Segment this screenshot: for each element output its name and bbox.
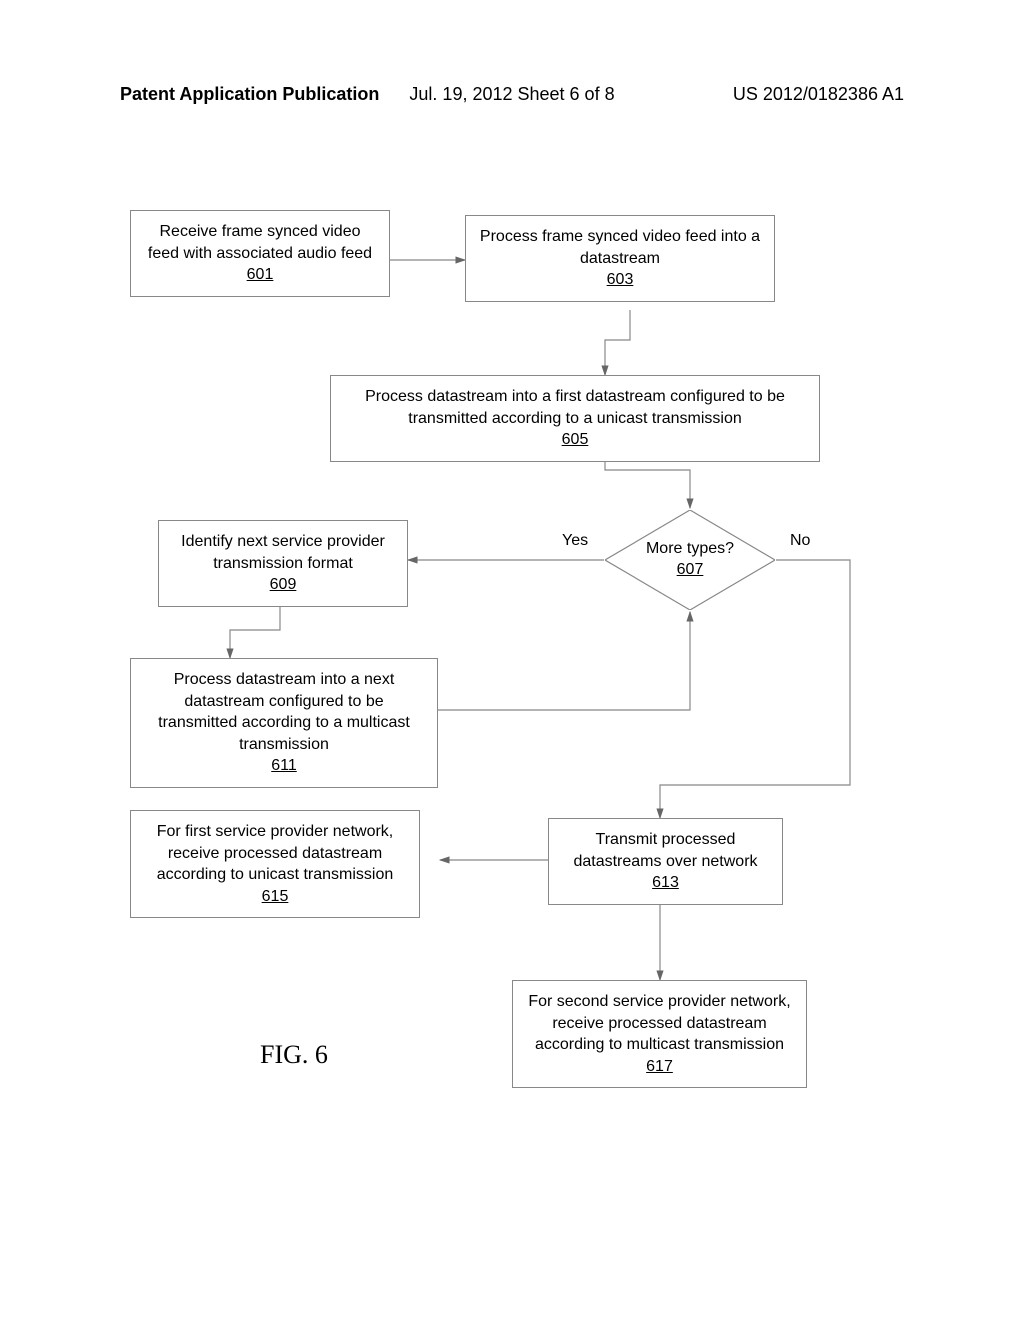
box-615: For first service provider network, rece… — [130, 810, 420, 918]
box-617-ref: 617 — [646, 1058, 673, 1075]
box-613-ref: 613 — [652, 874, 679, 891]
header-left: Patent Application Publication — [120, 84, 379, 105]
decision-607: More types? 607 — [605, 510, 775, 610]
box-603-ref: 603 — [607, 271, 634, 288]
box-609-text: Identify next service provider transmiss… — [181, 533, 385, 572]
box-611: Process datastream into a next datastrea… — [130, 658, 438, 788]
box-603: Process frame synced video feed into a d… — [465, 215, 775, 302]
box-605-text: Process datastream into a first datastre… — [365, 388, 785, 427]
box-617-text: For second service provider network, rec… — [528, 993, 790, 1053]
decision-607-ref: 607 — [677, 560, 704, 581]
box-605: Process datastream into a first datastre… — [330, 375, 820, 462]
label-no: No — [790, 532, 810, 550]
page-header: Patent Application Publication Jul. 19, … — [120, 84, 904, 105]
box-601-ref: 601 — [247, 266, 274, 283]
box-601: Receive frame synced video feed with ass… — [130, 210, 390, 297]
label-yes: Yes — [562, 532, 588, 550]
box-617: For second service provider network, rec… — [512, 980, 807, 1088]
box-615-text: For first service provider network, rece… — [157, 823, 394, 883]
box-611-text: Process datastream into a next datastrea… — [158, 671, 410, 753]
box-601-text: Receive frame synced video feed with ass… — [148, 223, 372, 262]
box-611-ref: 611 — [271, 757, 297, 774]
header-right: US 2012/0182386 A1 — [733, 84, 904, 105]
box-605-ref: 605 — [562, 431, 589, 448]
box-615-ref: 615 — [262, 888, 289, 905]
box-613-text: Transmit processed datastreams over netw… — [573, 831, 757, 870]
header-center: Jul. 19, 2012 Sheet 6 of 8 — [409, 84, 614, 105]
figure-label: FIG. 6 — [260, 1040, 328, 1070]
flowchart: Receive frame synced video feed with ass… — [130, 210, 900, 1110]
box-609-ref: 609 — [270, 576, 297, 593]
box-613: Transmit processed datastreams over netw… — [548, 818, 783, 905]
box-609: Identify next service provider transmiss… — [158, 520, 408, 607]
decision-607-text: More types? — [646, 539, 734, 560]
box-603-text: Process frame synced video feed into a d… — [480, 228, 760, 267]
